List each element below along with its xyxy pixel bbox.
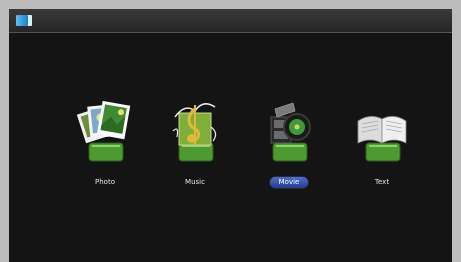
- menu-item-music[interactable]: Music: [160, 97, 230, 197]
- menu-item-movie[interactable]: Movie: [254, 97, 324, 197]
- top-bar: [9, 9, 452, 33]
- input-source-icon[interactable]: [16, 15, 32, 26]
- menu-item-photo[interactable]: Photo: [70, 97, 140, 197]
- photo-icon: [76, 100, 131, 162]
- menu-item-text[interactable]: Text: [347, 97, 417, 197]
- media-player-screen: Photo Music Movie Text: [9, 9, 452, 262]
- movie-icon: [270, 102, 311, 162]
- menu-item-label: Text: [374, 178, 390, 186]
- menu-item-label: Movie: [269, 177, 309, 188]
- text-icon: [357, 116, 407, 162]
- menu-item-label: Music: [185, 178, 205, 186]
- menu-item-label: Photo: [95, 178, 115, 186]
- music-icon: [172, 103, 217, 162]
